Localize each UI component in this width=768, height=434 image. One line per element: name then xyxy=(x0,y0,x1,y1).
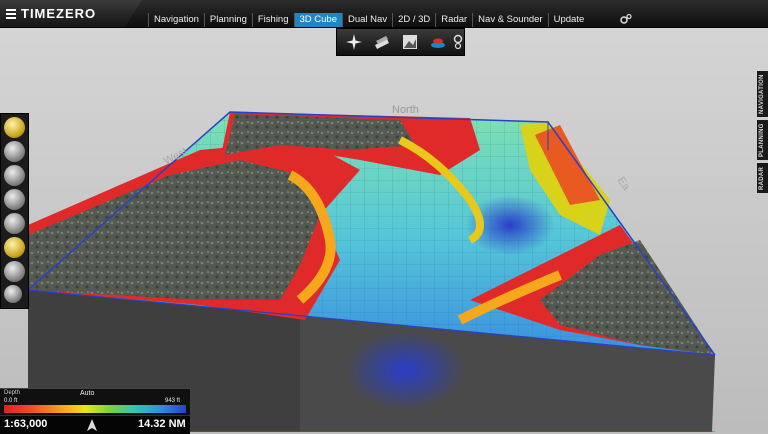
compass-rose-button[interactable] xyxy=(342,31,365,53)
cursor-tool-icon[interactable] xyxy=(4,165,25,186)
zoom-out-icon[interactable] xyxy=(4,213,25,234)
menu-icon[interactable] xyxy=(6,8,16,19)
tab-navigation[interactable]: Navigation xyxy=(148,13,204,27)
workspace-tabs: Navigation Planning Fishing 3D Cube Dual… xyxy=(148,13,589,27)
tab-update[interactable]: Update xyxy=(547,13,590,27)
side-tab-navigation[interactable]: NAVIGATION xyxy=(757,71,768,117)
depth-title: Depth xyxy=(4,390,21,396)
3d-chart-view[interactable]: North West Ea xyxy=(0,0,768,432)
side-tab-radar[interactable]: RADAR xyxy=(757,163,768,193)
toolbar-settings-button[interactable] xyxy=(452,31,464,53)
tab-dual-nav[interactable]: Dual Nav xyxy=(342,13,392,27)
app-logo[interactable]: TIMEZERO xyxy=(0,0,142,27)
photo-overlay-button[interactable] xyxy=(399,31,422,53)
depth-shading-button[interactable] xyxy=(427,31,450,53)
chart-scale: 1:63,000 xyxy=(4,418,48,430)
zoom-in-icon[interactable] xyxy=(4,189,25,210)
north-arrow-icon[interactable] xyxy=(86,419,98,431)
photo-icon xyxy=(403,35,418,49)
depth-max-value: 943 ft xyxy=(165,398,181,404)
depth-legend-panel: Depth Auto 0.0 ft 943 ft 1:63,000 14.32 … xyxy=(0,388,190,434)
mark-tool-icon[interactable] xyxy=(4,237,25,258)
gear-icon xyxy=(453,34,463,50)
tab-2d-3d[interactable]: 2D / 3D xyxy=(392,13,435,27)
range-distance: 14.32 NM xyxy=(138,418,186,430)
tab-radar[interactable]: Radar xyxy=(435,13,472,27)
tab-nav-sounder[interactable]: Nav & Sounder xyxy=(472,13,547,27)
brand-name: TIMEZERO xyxy=(21,6,97,21)
gear-icon[interactable] xyxy=(620,13,632,25)
layers-icon xyxy=(374,36,389,49)
north-label: North xyxy=(392,104,419,116)
top-bar: TIMEZERO Navigation Planning Fishing 3D … xyxy=(0,0,768,28)
tab-3d-cube[interactable]: 3D Cube xyxy=(293,13,342,27)
depth-color-scale xyxy=(4,405,186,413)
depth-mode[interactable]: Auto xyxy=(80,390,94,397)
eraser-tool-icon[interactable] xyxy=(4,141,25,162)
3d-toolbar xyxy=(336,28,465,56)
tools-settings-icon[interactable] xyxy=(4,285,22,303)
route-tool-icon[interactable] xyxy=(4,117,25,138)
layers-button[interactable] xyxy=(370,31,393,53)
status-bar: 1:63,000 14.32 NM xyxy=(0,415,190,434)
tab-fishing[interactable]: Fishing xyxy=(251,13,294,27)
side-tab-planning[interactable]: PLANNING xyxy=(757,120,768,160)
depth-min-value: 0.0 ft xyxy=(4,398,18,404)
tab-planning[interactable]: Planning xyxy=(203,13,252,27)
depth-shading-icon xyxy=(431,38,446,48)
compass-icon xyxy=(345,34,362,50)
left-toolbar xyxy=(0,113,29,309)
pan-hand-icon[interactable] xyxy=(4,261,25,282)
